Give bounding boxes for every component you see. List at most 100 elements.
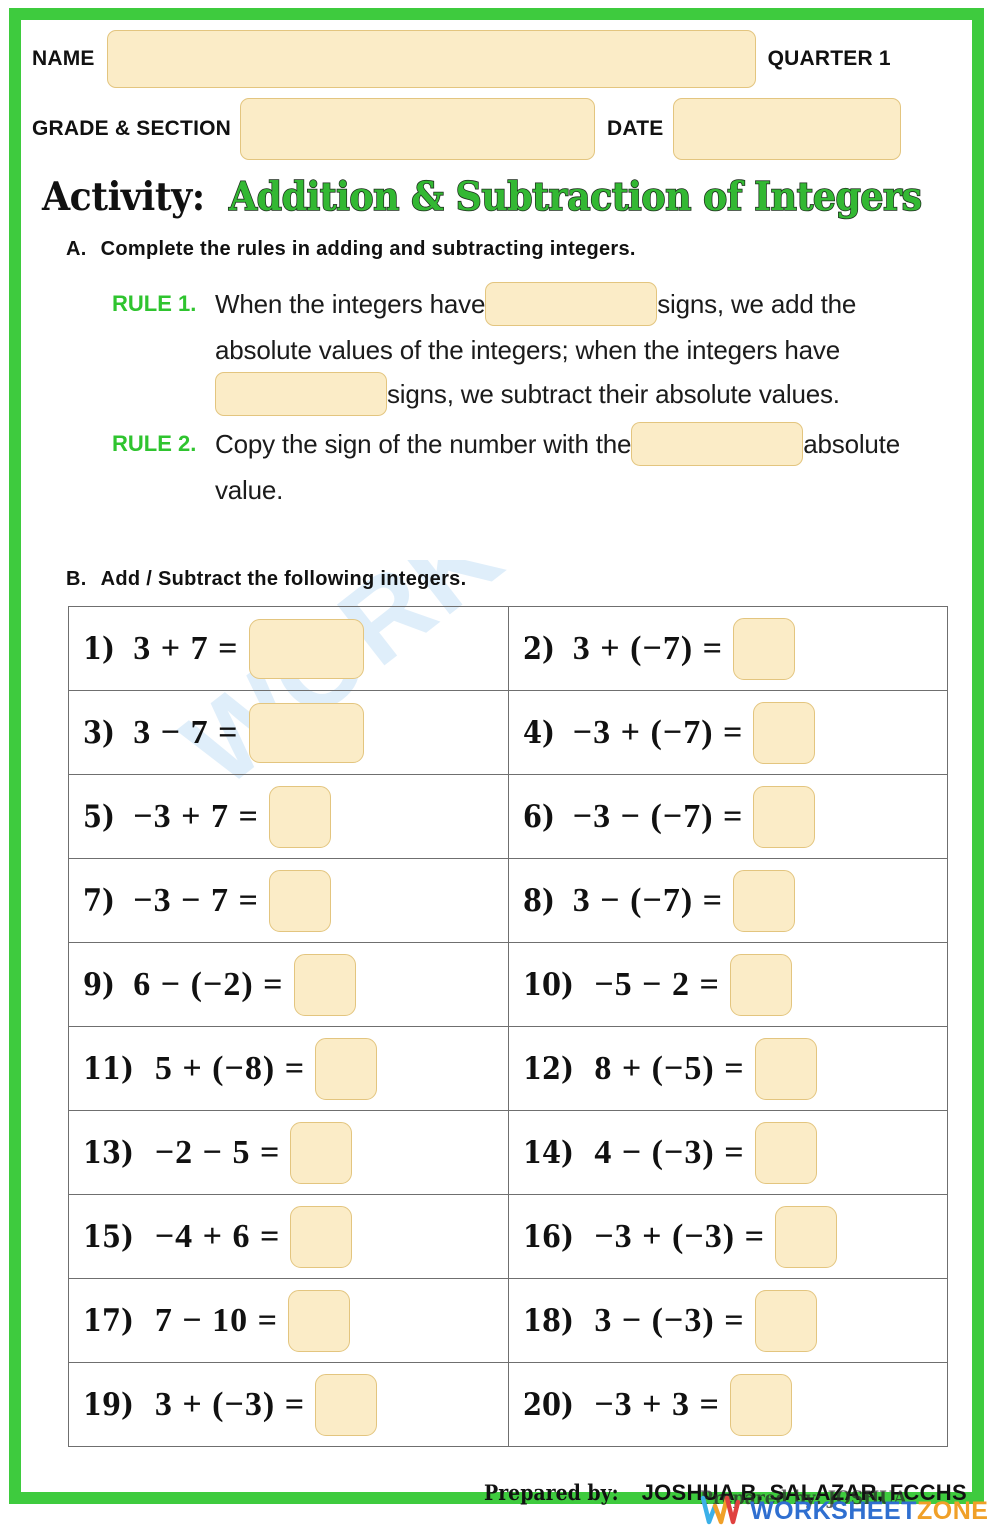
grade-section-input[interactable]: [240, 98, 596, 160]
problem-12-number: 12): [522, 1050, 574, 1087]
worksheet-page: WORKSHEETZONE NAME QUARTER 1 GRADE & SEC…: [0, 0, 1000, 1529]
problem-cell: 5) −3 + 7 =: [68, 774, 509, 859]
problem-18-answer-input[interactable]: [754, 1289, 817, 1352]
problem-15: 15) −4 + 6 =: [83, 1205, 508, 1268]
problem-1: 1) 3 + 7 =: [83, 618, 508, 679]
problem-19-expression: 3 + (−3) =: [154, 1385, 306, 1423]
problem-3-expression: 3 − 7 =: [133, 713, 239, 751]
problem-8-number: 8): [522, 882, 555, 919]
problem-12-answer-input[interactable]: [754, 1037, 817, 1100]
problem-16-expression: −3 + (−3) =: [594, 1217, 765, 1255]
problem-16-answer-input[interactable]: [774, 1205, 837, 1268]
problem-10-expression: −5 − 2 =: [594, 965, 720, 1003]
problem-cell: 17) 7 − 10 =: [68, 1278, 509, 1363]
problem-1-expression: 3 + 7 =: [133, 629, 239, 667]
problem-11-number: 11): [83, 1050, 134, 1087]
problem-20-answer-input[interactable]: [729, 1373, 792, 1436]
problem-18-number: 18): [522, 1302, 574, 1339]
problem-13: 13) −2 − 5 =: [83, 1121, 508, 1184]
table-row: 19) 3 + (−3) = 20) −3 + 3 =: [68, 1362, 948, 1447]
rule-2-text-part1: Copy the sign of the number with the: [215, 429, 632, 460]
problem-3: 3) 3 − 7 =: [83, 702, 508, 763]
problem-cell: 20) −3 + 3 =: [507, 1362, 948, 1447]
problem-7-expression: −3 − 7 =: [133, 881, 259, 919]
problem-15-expression: −4 + 6 =: [154, 1217, 281, 1255]
rule-1-blank-2[interactable]: [215, 372, 387, 417]
problem-cell: 6) −3 − (−7) =: [507, 774, 948, 859]
problem-1-number: 1): [83, 630, 115, 667]
activity-prefix: Activity:: [42, 174, 205, 220]
problem-14-expression: 4 − (−3) =: [594, 1133, 745, 1171]
rule-1-text-part3: signs, we subtract their absolute values…: [387, 379, 840, 410]
rule-2-body: Copy the sign of the number with the abso…: [215, 422, 952, 512]
table-row: 7) −3 − 7 = 8) 3 − (−7) =: [68, 858, 948, 943]
table-row: 1) 3 + 7 = 2) 3 + (−7) =: [68, 606, 948, 691]
worksheetzone-logo-icon: [700, 1495, 740, 1525]
brand-text-zone: ZONE: [917, 1496, 989, 1525]
problem-cell: 4) −3 + (−7) =: [507, 690, 948, 775]
problem-cell: 7) −3 − 7 =: [68, 858, 509, 943]
problem-9-answer-input[interactable]: [293, 953, 356, 1016]
problem-1-answer-input[interactable]: [248, 618, 364, 679]
problem-19: 19) 3 + (−3) =: [83, 1373, 508, 1436]
problem-11-answer-input[interactable]: [315, 1037, 378, 1100]
brand-watermark: WORKSHEETZONE: [700, 1494, 988, 1528]
problem-4-answer-input[interactable]: [753, 701, 816, 764]
problem-cell: 15) −4 + 6 =: [68, 1194, 509, 1279]
rule-2-blank-1[interactable]: [631, 422, 804, 467]
problem-11: 11) 5 + (−8) =: [83, 1037, 508, 1100]
problem-cell: 13) −2 − 5 =: [68, 1110, 509, 1195]
problem-cell: 2) 3 + (−7) =: [507, 606, 948, 691]
problem-6-answer-input[interactable]: [753, 785, 816, 848]
problem-11-expression: 5 + (−8) =: [154, 1049, 306, 1087]
problem-5: 5) −3 + 7 =: [83, 785, 508, 848]
problem-17-answer-input[interactable]: [288, 1289, 351, 1352]
name-label: NAME: [32, 47, 95, 70]
table-row: 11) 5 + (−8) = 12) 8 + (−5) =: [68, 1026, 948, 1111]
table-row: 13) −2 − 5 = 14) 4 − (−3) =: [68, 1110, 948, 1195]
problem-19-answer-input[interactable]: [315, 1373, 378, 1436]
problem-13-number: 13): [83, 1134, 134, 1171]
problem-17: 17) 7 − 10 =: [83, 1289, 508, 1352]
problem-2-expression: 3 + (−7) =: [572, 629, 724, 667]
problem-6-number: 6): [522, 798, 555, 835]
problem-10-number: 10): [522, 966, 574, 1003]
section-a-heading-text: Complete the rules in adding and subtrac…: [100, 238, 636, 260]
problem-17-number: 17): [83, 1302, 134, 1339]
rules-list: RULE 1. When the integers have signs, we …: [112, 282, 952, 516]
quarter-label: QUARTER 1: [767, 47, 891, 70]
problem-cell: 19) 3 + (−3) =: [68, 1362, 509, 1447]
name-input[interactable]: [106, 30, 756, 88]
problem-cell: 3) 3 − 7 =: [68, 690, 509, 775]
section-a-letter: A.: [66, 238, 87, 260]
problem-cell: 18) 3 − (−3) =: [507, 1278, 948, 1363]
problem-14-number: 14): [522, 1134, 574, 1171]
brand-text-worksheet: WORKSHEET: [750, 1496, 917, 1525]
problem-cell: 10) −5 − 2 =: [507, 942, 948, 1027]
problem-2-answer-input[interactable]: [733, 617, 796, 680]
rule-1-body: When the integers have signs, we add the …: [215, 282, 952, 418]
problem-19-number: 19): [83, 1386, 134, 1423]
problem-5-answer-input[interactable]: [268, 785, 331, 848]
problem-3-answer-input[interactable]: [248, 702, 364, 763]
problem-15-answer-input[interactable]: [290, 1205, 353, 1268]
problem-8-expression: 3 − (−7) =: [572, 881, 724, 919]
problem-10: 10) −5 − 2 =: [522, 953, 948, 1016]
rule-1: RULE 1. When the integers have signs, we …: [112, 282, 952, 418]
problem-10-answer-input[interactable]: [729, 953, 792, 1016]
problem-2-number: 2): [522, 630, 555, 667]
problem-18: 18) 3 − (−3) =: [522, 1289, 948, 1352]
problem-7-answer-input[interactable]: [268, 869, 331, 932]
problem-8-answer-input[interactable]: [733, 869, 796, 932]
rule-1-blank-1[interactable]: [485, 282, 658, 327]
problem-14-answer-input[interactable]: [754, 1121, 817, 1184]
problem-2: 2) 3 + (−7) =: [522, 617, 948, 680]
problem-13-answer-input[interactable]: [290, 1121, 353, 1184]
problem-cell: 11) 5 + (−8) =: [68, 1026, 509, 1111]
problem-12: 12) 8 + (−5) =: [522, 1037, 948, 1100]
problem-cell: 9) 6 − (−2) =: [68, 942, 509, 1027]
brand-text: WORKSHEETZONE: [750, 1497, 988, 1526]
problems-table-body: 1) 3 + 7 = 2) 3 + (−7) = 3) 3 − 7 = 4) −3 + (−7…: [68, 606, 948, 1447]
date-input[interactable]: [673, 98, 902, 160]
problem-9-number: 9): [83, 966, 115, 1003]
